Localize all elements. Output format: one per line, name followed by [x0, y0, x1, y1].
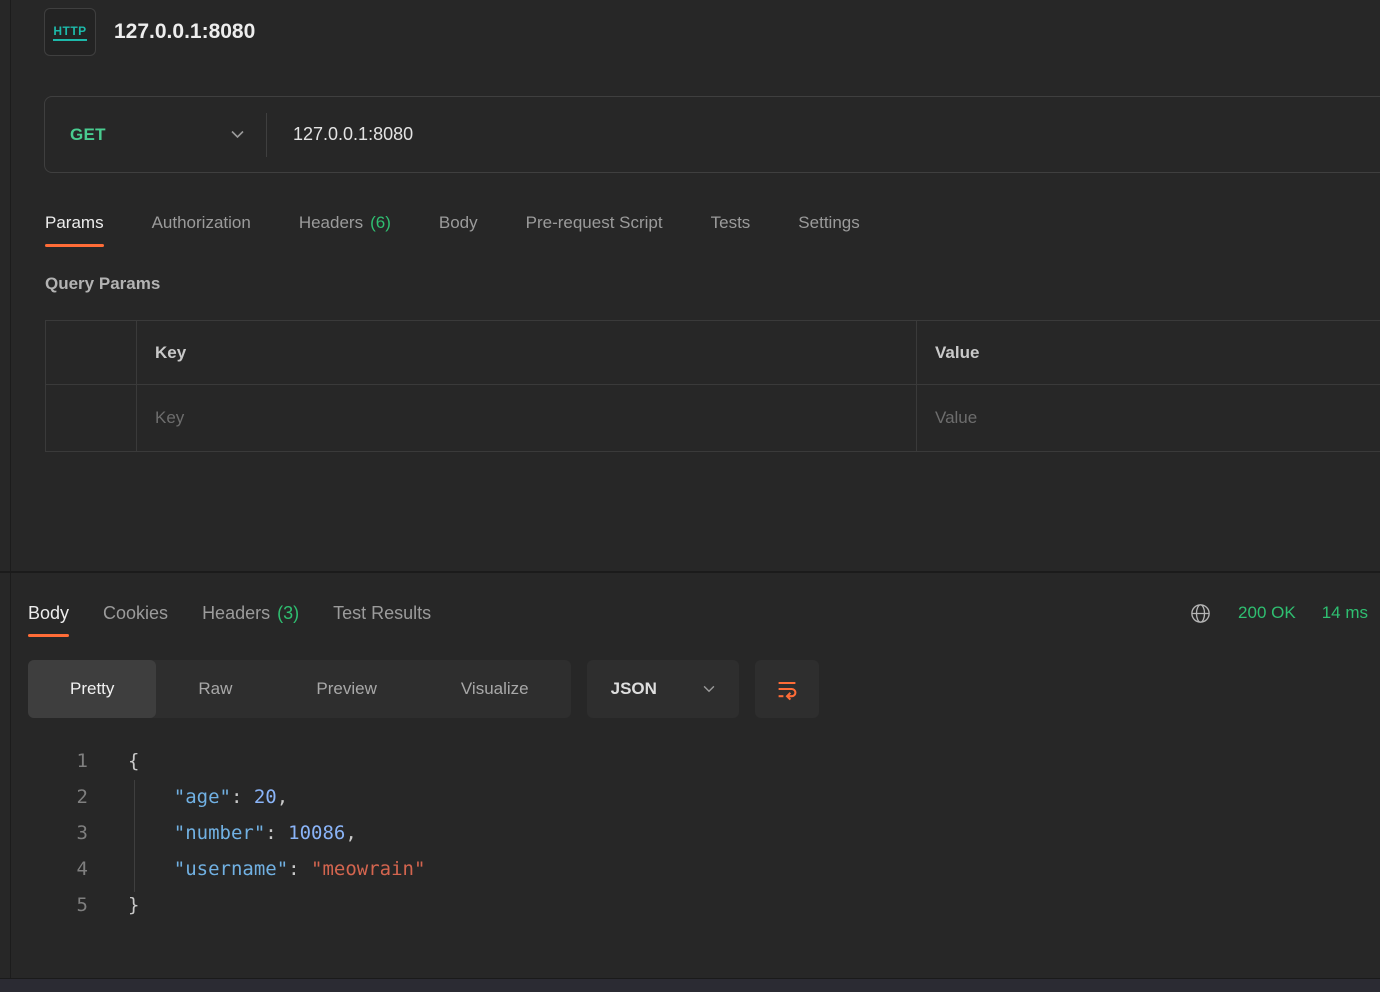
- method-dropdown[interactable]: GET: [45, 97, 266, 172]
- view-pretty-button[interactable]: Pretty: [28, 660, 156, 718]
- param-input-row: [46, 385, 1380, 451]
- line-number: 5: [0, 887, 88, 923]
- response-tab-test-results[interactable]: Test Results: [333, 586, 431, 640]
- table-header-row: Key Value: [46, 321, 1380, 385]
- tab-params[interactable]: Params: [45, 196, 104, 250]
- code-line: 2 "age": 20,: [0, 779, 1380, 815]
- line-number: 4: [0, 851, 88, 887]
- headers-count-badge: (6): [370, 213, 391, 233]
- tab-settings[interactable]: Settings: [798, 196, 859, 250]
- request-tabs: Params Authorization Headers(6) Body Pre…: [45, 196, 860, 250]
- line-number: 2: [0, 779, 88, 815]
- code-line: 1 {: [0, 743, 1380, 779]
- line-number: 1: [0, 743, 88, 779]
- page-title: 127.0.0.1:8080: [114, 20, 255, 44]
- network-globe-icon[interactable]: [1189, 602, 1212, 625]
- method-label: GET: [70, 125, 106, 145]
- code-line: 4 "username": "meowrain": [0, 851, 1380, 887]
- column-header-key: Key: [136, 321, 916, 384]
- code-line: 3 "number": 10086,: [0, 815, 1380, 851]
- format-dropdown[interactable]: JSON: [587, 660, 739, 718]
- param-checkbox-cell: [46, 385, 136, 451]
- wrap-text-button[interactable]: [755, 660, 819, 718]
- chevron-down-icon: [703, 685, 715, 693]
- response-tab-cookies[interactable]: Cookies: [103, 586, 168, 640]
- tab-tests[interactable]: Tests: [711, 196, 751, 250]
- status-badge: 200 OK: [1238, 603, 1296, 623]
- query-params-heading: Query Params: [45, 274, 160, 294]
- response-body-editor[interactable]: 1 { 2 "age": 20, 3 "number": 10086, 4 "u…: [0, 743, 1380, 923]
- tab-headers[interactable]: Headers(6): [299, 196, 391, 250]
- app-window: HTTP 127.0.0.1:8080 GET Params Authoriza…: [0, 0, 1380, 992]
- view-raw-button[interactable]: Raw: [156, 660, 274, 718]
- query-params-table: Key Value: [45, 320, 1380, 452]
- response-tab-body[interactable]: Body: [28, 586, 69, 640]
- view-preview-button[interactable]: Preview: [274, 660, 418, 718]
- line-number: 3: [0, 815, 88, 851]
- indent-guide-line: [134, 780, 135, 892]
- http-method-icon: HTTP: [44, 8, 96, 56]
- response-meta: 200 OK 14 ms: [1189, 586, 1368, 640]
- format-label: JSON: [611, 679, 657, 699]
- response-tab-headers[interactable]: Headers(3): [202, 586, 299, 640]
- view-mode-group: Pretty Raw Preview Visualize: [28, 660, 571, 718]
- bottom-status-bar: [0, 978, 1380, 992]
- wrap-text-icon: [775, 677, 799, 701]
- request-url-bar: GET: [44, 96, 1380, 173]
- url-input[interactable]: [267, 97, 1380, 172]
- column-header-value: Value: [916, 321, 1380, 384]
- response-time: 14 ms: [1322, 603, 1368, 623]
- param-value-input[interactable]: [935, 408, 1358, 428]
- request-response-divider: [0, 571, 1380, 573]
- view-visualize-button[interactable]: Visualize: [419, 660, 571, 718]
- tab-pre-request-script[interactable]: Pre-request Script: [526, 196, 663, 250]
- code-line: 5 }: [0, 887, 1380, 923]
- tab-authorization[interactable]: Authorization: [152, 196, 251, 250]
- tab-body[interactable]: Body: [439, 196, 478, 250]
- param-key-input[interactable]: [155, 408, 878, 428]
- request-header: HTTP 127.0.0.1:8080: [44, 8, 255, 56]
- response-tabs: Body Cookies Headers(3) Test Results: [28, 586, 431, 640]
- response-view-controls: Pretty Raw Preview Visualize JSON: [28, 660, 819, 718]
- chevron-down-icon: [231, 130, 244, 139]
- checkbox-column-header: [46, 321, 136, 384]
- response-headers-count-badge: (3): [277, 603, 299, 624]
